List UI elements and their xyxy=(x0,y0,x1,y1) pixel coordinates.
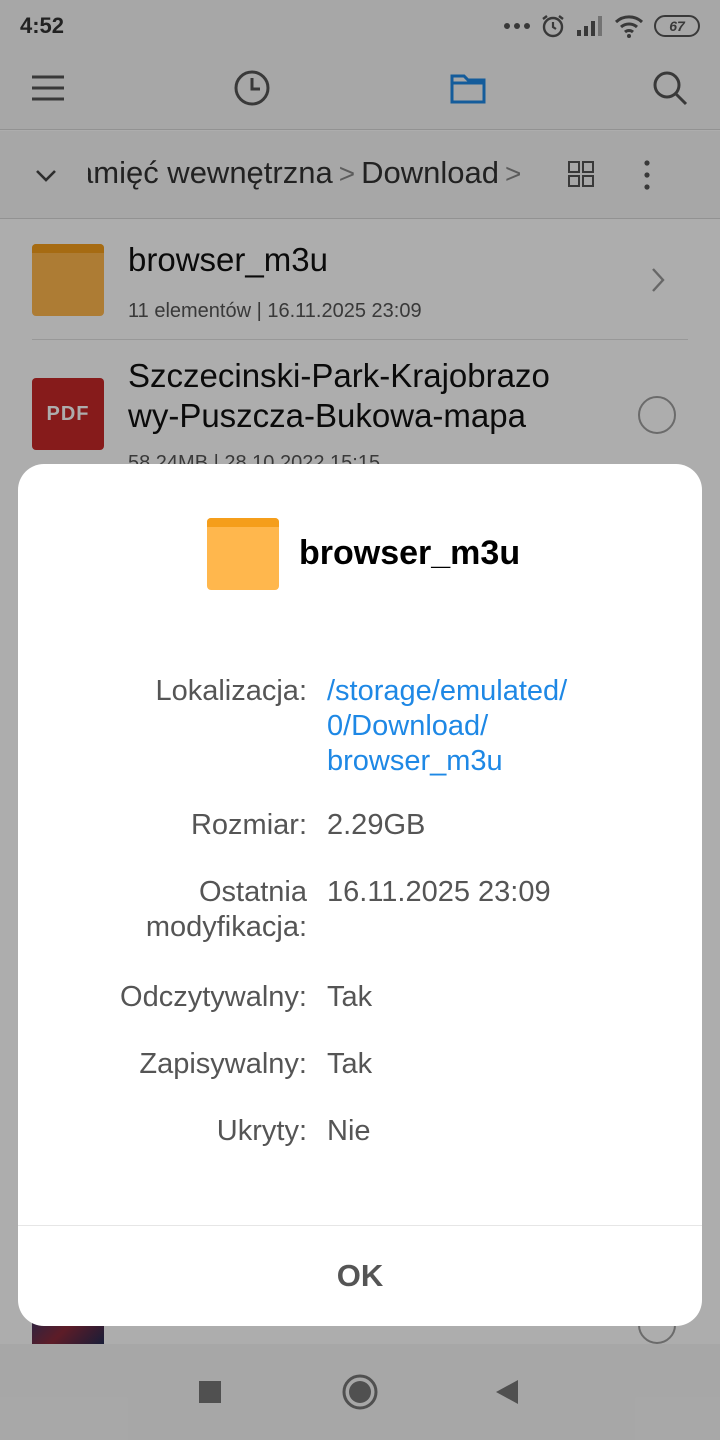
property-value: Tak xyxy=(327,1048,373,1080)
folder-icon xyxy=(207,518,279,590)
property-location: Lokalizacja: /storage/emulated/0/Downloa… xyxy=(18,674,702,784)
property-size: Rozmiar: 2.29GB xyxy=(18,808,702,848)
dialog-header: browser_m3u xyxy=(18,518,702,590)
property-label: Ostatnia modyfikacja: xyxy=(145,876,307,943)
property-label: Lokalizacja: xyxy=(155,675,307,707)
property-hidden: Ukryty: Nie xyxy=(18,1114,702,1154)
property-value: 16.11.2025 23:09 xyxy=(327,876,551,908)
property-writable: Zapisywalny: Tak xyxy=(18,1047,702,1087)
property-label: Rozmiar: xyxy=(190,809,307,841)
property-modified: Ostatnia modyfikacja: 16.11.2025 23:09 xyxy=(18,875,702,950)
property-value: Tak xyxy=(327,981,373,1013)
ok-button[interactable]: OK xyxy=(18,1226,702,1326)
property-label: Zapisywalny: xyxy=(139,1048,307,1080)
property-label: Odczytywalny: xyxy=(120,981,307,1013)
property-value: 2.29GB xyxy=(327,809,426,841)
property-value: Nie xyxy=(327,1115,371,1147)
location-link[interactable]: /storage/emulated/0/Download/browser_m3u xyxy=(327,674,627,779)
property-readable: Odczytywalny: Tak xyxy=(18,980,702,1020)
properties-dialog: browser_m3u Lokalizacja: /storage/emulat… xyxy=(18,464,702,1326)
dialog-title: browser_m3u xyxy=(299,534,521,572)
property-label: Ukryty: xyxy=(216,1115,307,1147)
